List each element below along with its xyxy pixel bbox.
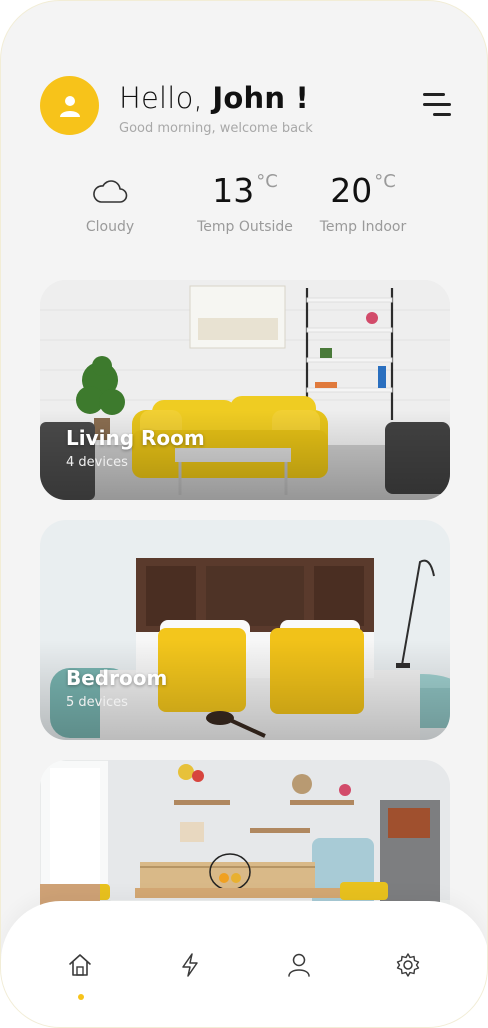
bottom-nav: [1, 901, 487, 1027]
menu-icon: [423, 93, 445, 96]
nav-settings[interactable]: [394, 951, 424, 981]
temp-outside-label: Temp Outside: [197, 219, 293, 235]
user-avatar-icon: [59, 95, 80, 117]
temp-outside: 13 °C Temp Outside: [193, 171, 297, 235]
gear-icon: [396, 953, 420, 977]
nav-energy[interactable]: [176, 951, 206, 981]
menu-button[interactable]: [419, 91, 453, 119]
app-screen: Hello, John ! Good morning, welcome back…: [0, 0, 488, 1028]
home-icon: [69, 954, 91, 976]
room-device-count: 4 devices: [66, 455, 128, 470]
active-indicator: [78, 994, 84, 1000]
bolt-icon: [182, 953, 198, 977]
greeting-subtitle: Good morning, welcome back: [119, 121, 313, 136]
nav-home[interactable]: [66, 951, 96, 981]
room-device-count: 5 devices: [66, 695, 128, 710]
weather-condition: Cloudy: [73, 171, 147, 235]
temp-indoor-label: Temp Indoor: [319, 219, 407, 235]
user-name: John !: [212, 81, 309, 115]
room-name: Living Room: [66, 426, 205, 450]
room-name: Bedroom: [66, 666, 168, 690]
nav-profile[interactable]: [285, 951, 315, 981]
room-card-living-room[interactable]: Living Room 4 devices: [40, 280, 450, 500]
avatar[interactable]: [40, 76, 99, 135]
temp-indoor-value: 20: [330, 171, 373, 210]
greeting-text: Hello,: [119, 81, 203, 115]
user-icon: [288, 953, 310, 977]
weather-condition-label: Cloudy: [85, 219, 135, 235]
temp-indoor-unit: °C: [374, 171, 396, 192]
room-card-bedroom[interactable]: Bedroom 5 devices: [40, 520, 450, 740]
temp-outside-unit: °C: [256, 171, 278, 192]
cloud-icon: [93, 180, 128, 203]
temp-indoor: 20 °C Temp Indoor: [313, 171, 413, 235]
temp-outside-value: 13: [212, 171, 255, 210]
greeting-heading: Hello, John !: [119, 81, 309, 115]
